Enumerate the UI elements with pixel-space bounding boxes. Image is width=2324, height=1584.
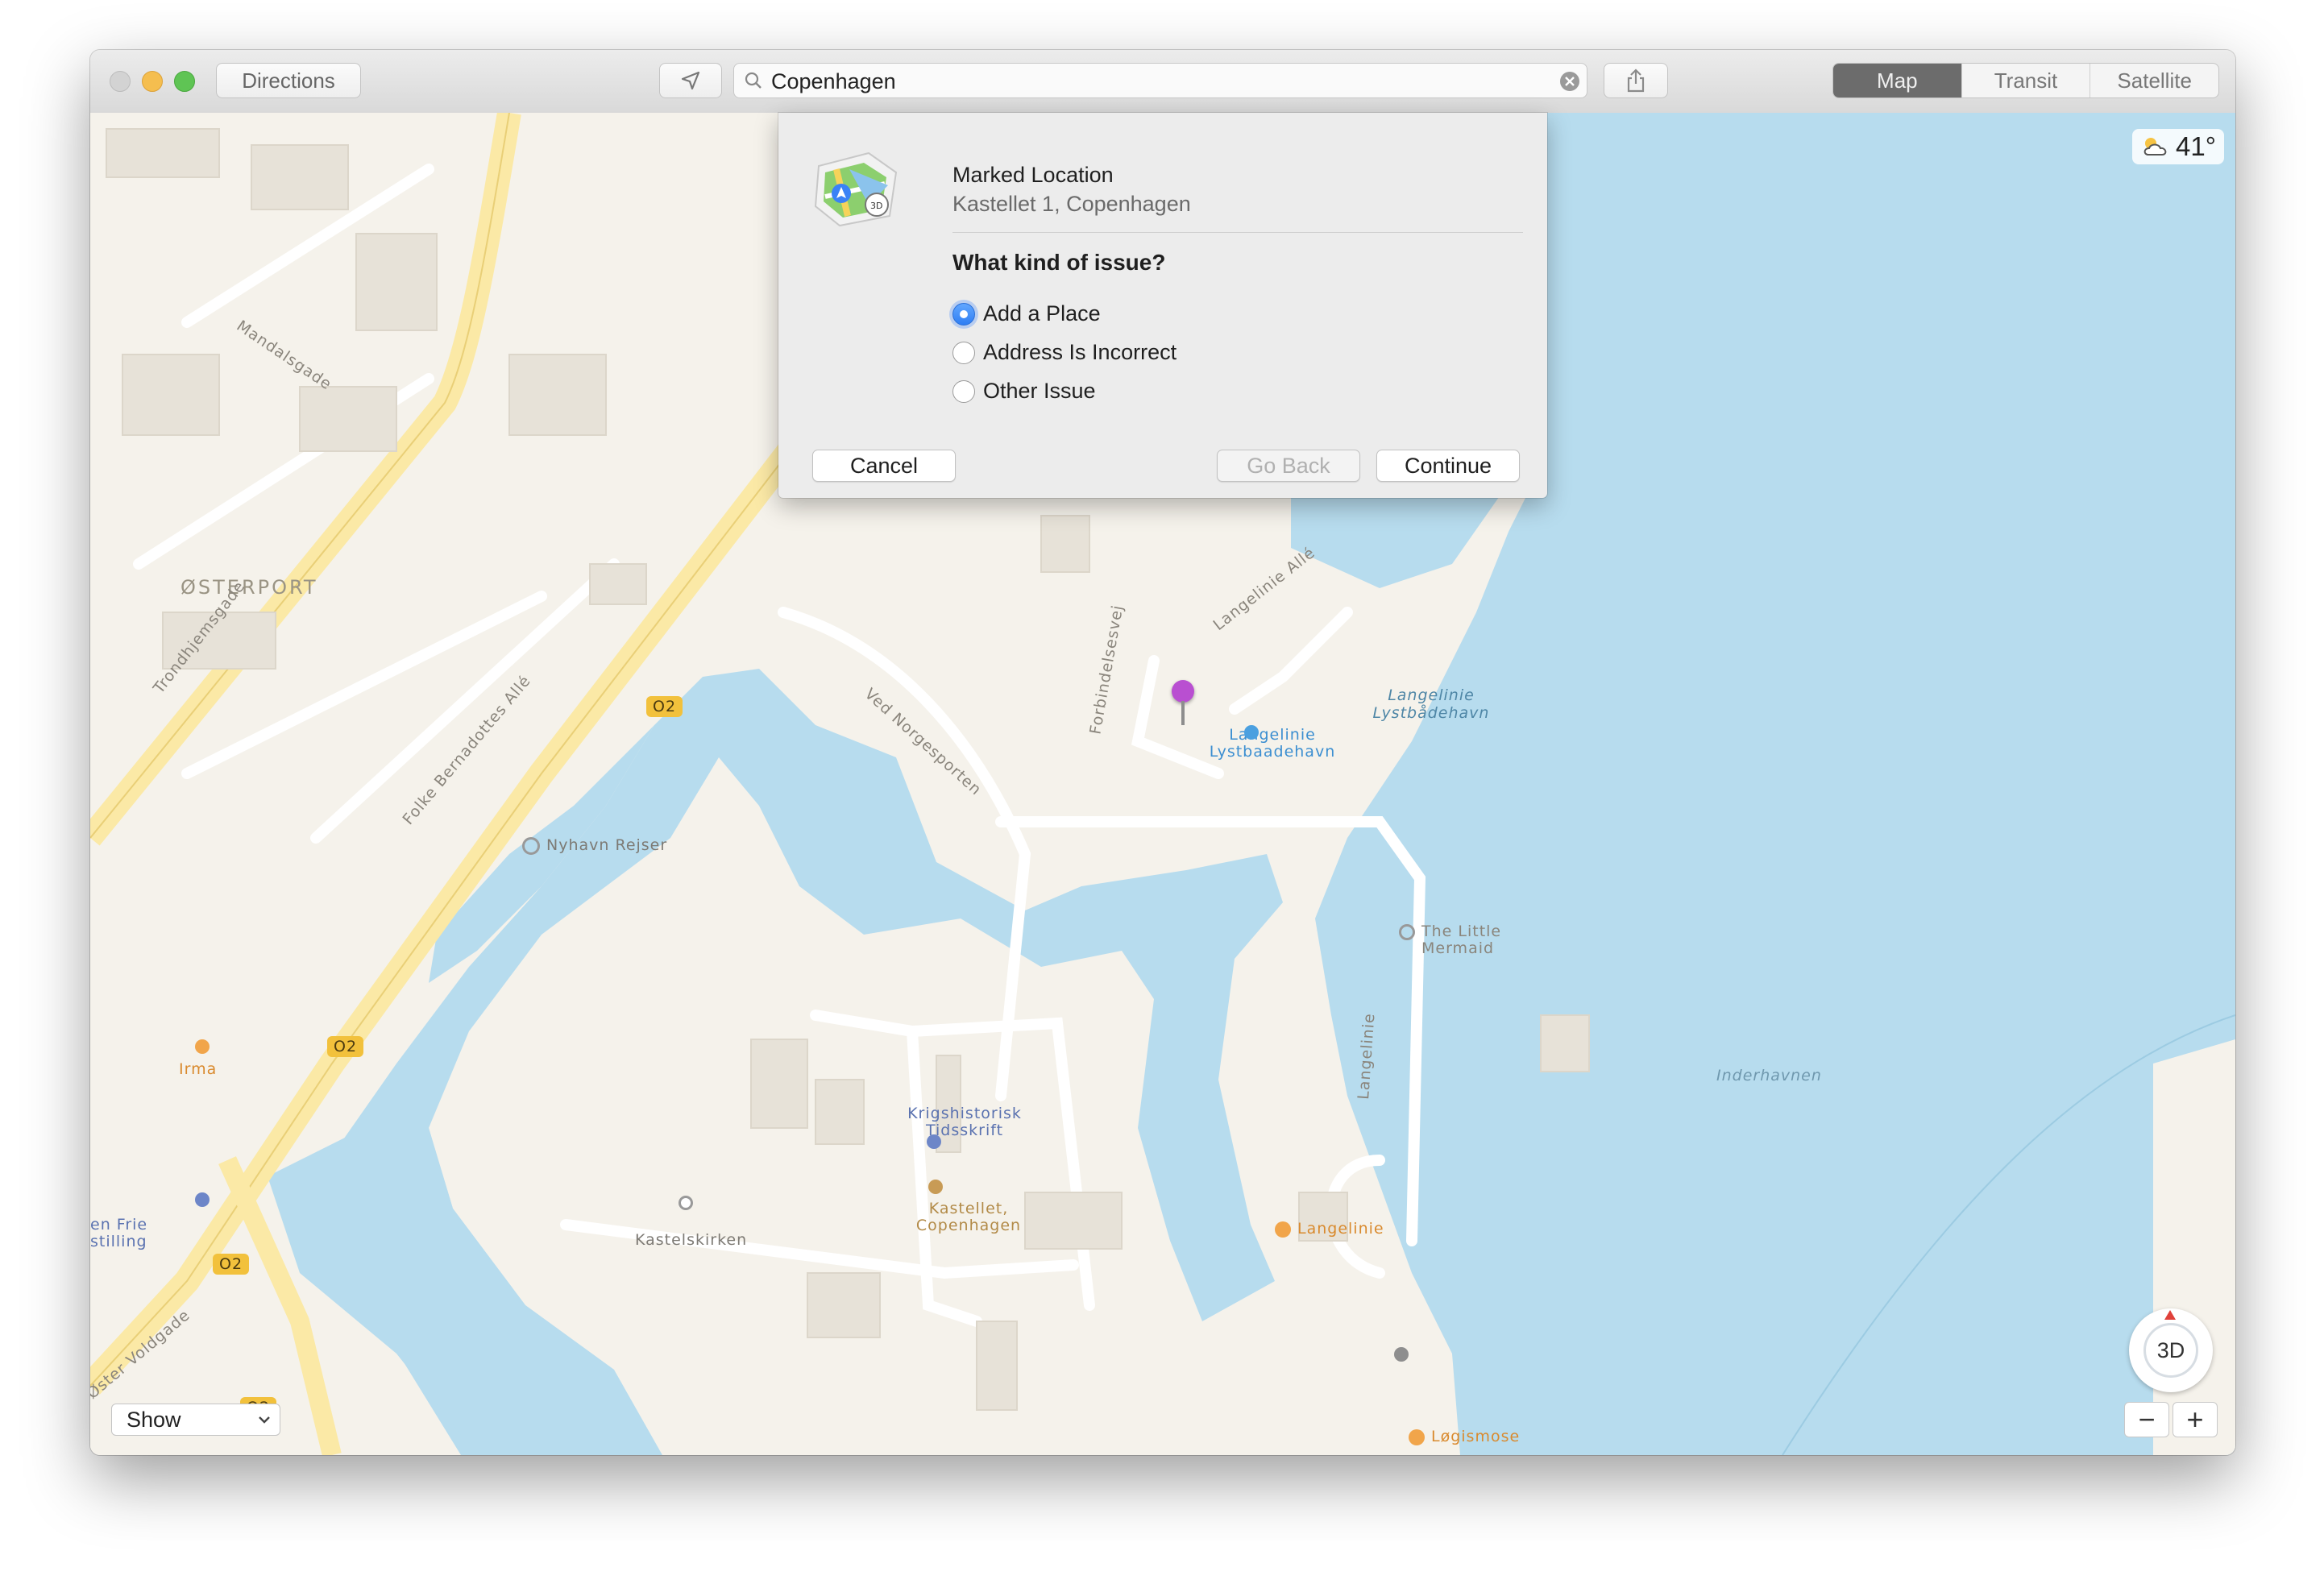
option-label: Other Issue [983, 379, 1096, 403]
map-mode-segmented-control: Map Transit Satellite [1832, 63, 2219, 98]
label-marina-water: Langelinie Lystbådehavn [1372, 686, 1490, 722]
label-little-mermaid[interactable]: The Little Mermaid [1399, 923, 1501, 957]
cancel-button[interactable]: Cancel [812, 450, 956, 482]
label-district: ØSTERPORT [181, 576, 318, 599]
sheet-divider [952, 232, 1523, 233]
chevron-down-icon [259, 1416, 270, 1424]
zoom-controls: − + [2124, 1402, 2218, 1437]
search-input[interactable]: Copenhagen [771, 69, 896, 94]
radio-add-a-place[interactable] [952, 302, 975, 326]
zoom-out-button[interactable]: − [2124, 1402, 2169, 1437]
label-langelinie-restaurant[interactable]: Langelinie [1275, 1220, 1384, 1238]
label-logismose[interactable]: Løgismose [1409, 1428, 1520, 1445]
label-irma[interactable]: Irma [179, 1060, 217, 1078]
show-select[interactable]: Show [111, 1404, 280, 1436]
option-other-issue[interactable]: Other Issue [952, 379, 1096, 404]
option-label: Address Is Incorrect [983, 340, 1177, 364]
option-address-incorrect[interactable]: Address Is Incorrect [952, 340, 1177, 365]
tab-map[interactable]: Map [1833, 64, 1962, 97]
issue-question: What kind of issue? [952, 250, 1166, 275]
titlebar: Directions Copenhagen Map Transit Satell… [90, 50, 2235, 114]
marked-location-pin-icon[interactable] [1172, 680, 1194, 703]
zoom-window-button[interactable] [174, 71, 195, 92]
search-field[interactable]: Copenhagen [733, 63, 1587, 98]
tab-satellite[interactable]: Satellite [2090, 64, 2218, 97]
search-icon [745, 72, 762, 89]
museum-icon[interactable] [195, 1192, 210, 1207]
close-window-button[interactable] [110, 71, 131, 92]
label-nyhavn-rejser[interactable]: Nyhavn Rejser [522, 836, 667, 855]
grocery-icon[interactable] [195, 1039, 210, 1054]
label-kastellet[interactable]: Kastellet, Copenhagen [896, 1200, 1041, 1234]
sheet-subtitle: Kastellet 1, Copenhagen [952, 192, 1191, 216]
radio-other-issue[interactable] [952, 379, 975, 403]
restroom-icon[interactable] [1394, 1347, 1409, 1362]
zoom-in-button[interactable]: + [2173, 1402, 2218, 1437]
route-shield-o2: O2 [327, 1036, 364, 1057]
label-inderhavnen: Inderhavnen [1716, 1067, 1822, 1084]
location-arrow-icon [681, 71, 700, 90]
weather-badge[interactable]: 41° [2132, 129, 2224, 164]
maps-window: Directions Copenhagen Map Transit Satell… [90, 50, 2235, 1455]
route-shield-o2: O2 [213, 1254, 250, 1275]
landmark-icon[interactable] [928, 1180, 943, 1194]
label-krigshistorisk[interactable]: Krigshistorisk Tidsskrift [896, 1105, 1033, 1139]
option-label: Add a Place [983, 301, 1101, 326]
share-icon [1627, 68, 1645, 93]
compass-north-icon [2164, 1310, 2176, 1320]
label-kastelskirken[interactable]: Kastelskirken [635, 1231, 747, 1249]
route-shield-o2: O2 [646, 696, 683, 717]
minimize-window-button[interactable] [142, 71, 163, 92]
share-button[interactable] [1604, 63, 1668, 98]
directions-button[interactable]: Directions [216, 63, 361, 98]
report-issue-sheet: 3D Marked Location Kastellet 1, Copenhag… [778, 113, 1547, 498]
show-select-value: Show [127, 1407, 181, 1432]
marina-icon[interactable] [1244, 725, 1259, 740]
museum-icon[interactable] [927, 1134, 941, 1149]
clear-search-icon[interactable] [1559, 71, 1580, 92]
svg-text:3D: 3D [870, 201, 882, 211]
go-back-button[interactable]: Go Back [1217, 450, 1360, 482]
sheet-title: Marked Location [952, 163, 1114, 187]
compass-3d-button[interactable]: 3D [2129, 1308, 2213, 1392]
weather-temperature: 41° [2176, 131, 2216, 161]
label-langelinie-lystbaadehavn[interactable]: Langelinie Lystbaadehavn [1196, 727, 1349, 761]
continue-button[interactable]: Continue [1376, 450, 1520, 482]
option-add-a-place[interactable]: Add a Place [952, 301, 1101, 326]
current-location-button[interactable] [659, 63, 722, 98]
partly-cloudy-icon [2143, 138, 2167, 155]
radio-address-incorrect[interactable] [952, 341, 975, 364]
pin-stem [1181, 701, 1185, 725]
tab-transit[interactable]: Transit [1962, 64, 2091, 97]
church-icon[interactable] [679, 1196, 693, 1210]
compass-3d-label: 3D [2143, 1323, 2198, 1378]
maps-app-icon: 3D [814, 151, 898, 227]
label-frie-udstilling[interactable]: en Frie stilling [90, 1217, 147, 1250]
